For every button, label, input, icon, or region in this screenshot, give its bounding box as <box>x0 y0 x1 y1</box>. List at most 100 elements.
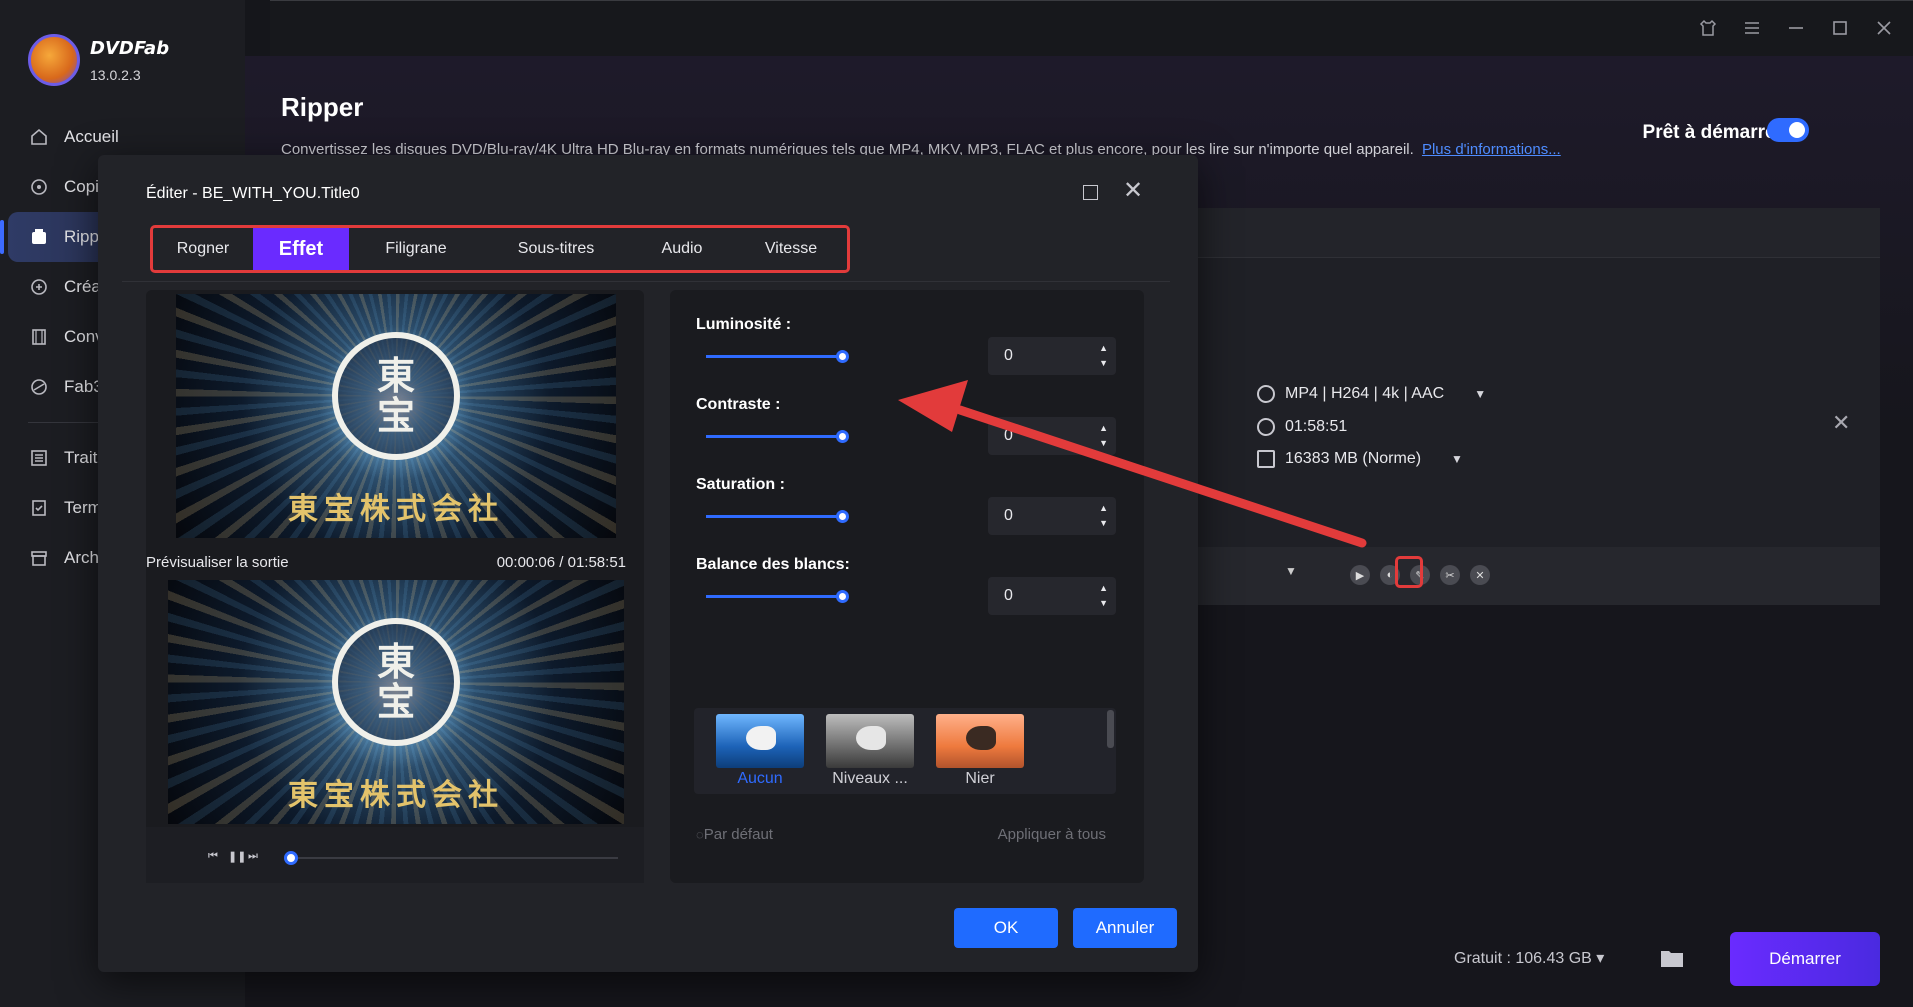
shirt-icon[interactable] <box>1697 17 1719 39</box>
apply-all-button[interactable]: Appliquer à tous <box>998 826 1106 843</box>
sidebar-item-label: Ripp <box>64 227 99 246</box>
edit-highlight-box <box>1395 556 1423 588</box>
playback-time: 00:00:06 / 01:58:51 <box>496 554 626 571</box>
increment-icon[interactable]: ▲ <box>1099 583 1108 593</box>
chevron-down-icon: ▼ <box>1451 452 1463 466</box>
home-icon <box>28 126 50 148</box>
brand-name: DVDFab <box>90 37 170 59</box>
sidebar-item-label: Arch <box>64 548 99 567</box>
converter-icon <box>28 326 50 348</box>
free-space-selector[interactable]: Gratuit : 106.43 GB ▾ <box>1454 948 1604 968</box>
contrast-slider[interactable] <box>706 430 849 443</box>
sidebar-item-label: Trait <box>64 448 98 467</box>
increment-icon[interactable]: ▲ <box>1099 343 1108 353</box>
tab-audio[interactable]: Audio <box>629 228 735 270</box>
sidebar-item-label: Copi <box>64 177 99 196</box>
white-balance-label: Balance des blancs: <box>696 556 850 573</box>
remove-task-icon[interactable]: ✕ <box>1832 410 1850 436</box>
brightness-value: 0 <box>1004 347 1013 364</box>
previous-frame-icon[interactable]: ⏮ <box>208 850 218 863</box>
ready-toggle[interactable] <box>1767 118 1809 142</box>
fab3-icon <box>28 376 50 398</box>
decrement-icon[interactable]: ▼ <box>1099 518 1108 528</box>
increment-icon[interactable]: ▲ <box>1099 423 1108 433</box>
company-caption: 東宝株式会社 <box>288 778 504 813</box>
reset-default-button[interactable]: ◌Par défaut <box>696 826 773 843</box>
increment-icon[interactable]: ▲ <box>1099 503 1108 513</box>
output-video-frame: 東 宝 東宝株式会社 <box>168 580 624 824</box>
video-panel: 東 宝 東宝株式会社 Prévisualiser la sortie 00:00… <box>146 290 644 883</box>
tab-effet[interactable]: Effet <box>253 228 349 270</box>
slider-handle[interactable] <box>836 510 849 523</box>
chevron-down-icon[interactable]: ▼ <box>1285 564 1297 578</box>
dvdfab-logo-icon <box>28 34 80 86</box>
tab-sous-titres[interactable]: Sous-titres <box>483 228 629 270</box>
chevron-down-icon: ▼ <box>1474 387 1487 401</box>
brightness-stepper[interactable]: 0 ▲ ▼ <box>988 337 1116 375</box>
decrement-icon[interactable]: ▼ <box>1099 598 1108 608</box>
effect-presets: Aucun Niveaux ... Nier <box>694 708 1116 794</box>
saturation-stepper[interactable]: 0 ▲ ▼ <box>988 497 1116 535</box>
cancel-button[interactable]: Annuler <box>1073 908 1177 948</box>
preset-aucun[interactable]: Aucun <box>716 714 804 788</box>
pause-icon[interactable]: ❚❚ <box>228 850 246 863</box>
contrast-label: Contraste : <box>696 396 781 413</box>
decrement-icon[interactable]: ▼ <box>1099 358 1108 368</box>
tab-rogner[interactable]: Rogner <box>153 228 253 270</box>
slider-handle[interactable] <box>836 430 849 443</box>
preset-niveaux[interactable]: Niveaux ... <box>826 714 914 788</box>
brightness-label: Luminosité : <box>696 316 792 333</box>
copy-icon <box>28 176 50 198</box>
brightness-slider[interactable] <box>706 350 849 363</box>
preset-thumbnail <box>936 714 1024 768</box>
contrast-stepper[interactable]: 0 ▲ ▼ <box>988 417 1116 455</box>
toho-emblem: 東 宝 <box>332 332 460 461</box>
dialog-divider <box>122 281 1170 282</box>
tab-filigrane[interactable]: Filigrane <box>349 228 483 270</box>
preview-output-label: Prévisualiser la sortie <box>146 554 289 571</box>
company-caption: 東宝株式会社 <box>288 492 504 527</box>
maximize-icon[interactable] <box>1083 185 1098 200</box>
sidebar-item-label: Fab3 <box>64 377 103 396</box>
play-icon[interactable]: ▶ <box>1350 565 1370 585</box>
preset-scrollbar[interactable] <box>1107 710 1114 748</box>
duration-value: 01:58:51 <box>1285 418 1348 435</box>
seek-handle[interactable] <box>284 851 298 865</box>
size-selector[interactable]: 16383 MB (Norme) ▼ <box>1257 450 1463 468</box>
next-frame-icon[interactable]: ⏭ <box>248 850 258 863</box>
preset-name: Aucun <box>737 770 783 787</box>
white-balance-slider[interactable] <box>706 590 849 603</box>
seek-bar[interactable] <box>288 857 618 859</box>
preset-nier[interactable]: Nier <box>936 714 1024 788</box>
maximize-icon[interactable] <box>1829 17 1851 39</box>
folder-icon[interactable] <box>1660 938 1690 978</box>
minimize-icon[interactable] <box>1785 17 1807 39</box>
close-icon[interactable] <box>1873 17 1895 39</box>
format-selector[interactable]: MP4 | H264 | 4k | AAC ▼ <box>1257 385 1486 403</box>
ok-button[interactable]: OK <box>954 908 1058 948</box>
app-logo: DVDFab 13.0.2.3 <box>28 34 169 86</box>
size-value: 16383 MB (Norme) <box>1285 450 1422 467</box>
contrast-value: 0 <box>1004 427 1013 444</box>
saturation-slider[interactable] <box>706 510 849 523</box>
start-button[interactable]: Démarrer <box>1730 932 1880 986</box>
tab-vitesse[interactable]: Vitesse <box>735 228 847 270</box>
effects-panel: Luminosité : 0 ▲ ▼ Contraste : 0 ▲ ▼ Sat… <box>670 290 1144 883</box>
delete-icon[interactable]: ✕ <box>1470 565 1490 585</box>
white-balance-stepper[interactable]: 0 ▲ ▼ <box>988 577 1116 615</box>
close-icon[interactable]: ✕ <box>1123 179 1143 203</box>
slider-handle[interactable] <box>836 590 849 603</box>
menu-icon[interactable] <box>1741 17 1763 39</box>
file-size-icon <box>1257 450 1275 468</box>
decrement-icon[interactable]: ▼ <box>1099 438 1108 448</box>
slider-handle[interactable] <box>836 350 849 363</box>
app-version: 13.0.2.3 <box>90 66 141 83</box>
finished-icon <box>28 497 50 519</box>
more-info-link[interactable]: Plus d'informations... <box>1422 141 1561 158</box>
cut-icon[interactable]: ✂ <box>1440 565 1460 585</box>
format-icon <box>1257 385 1275 403</box>
saturation-value: 0 <box>1004 507 1013 524</box>
preset-name: Nier <box>965 770 995 787</box>
creator-icon <box>28 276 50 298</box>
dialog-title: Éditer - BE_WITH_YOU.Title0 <box>146 185 360 202</box>
